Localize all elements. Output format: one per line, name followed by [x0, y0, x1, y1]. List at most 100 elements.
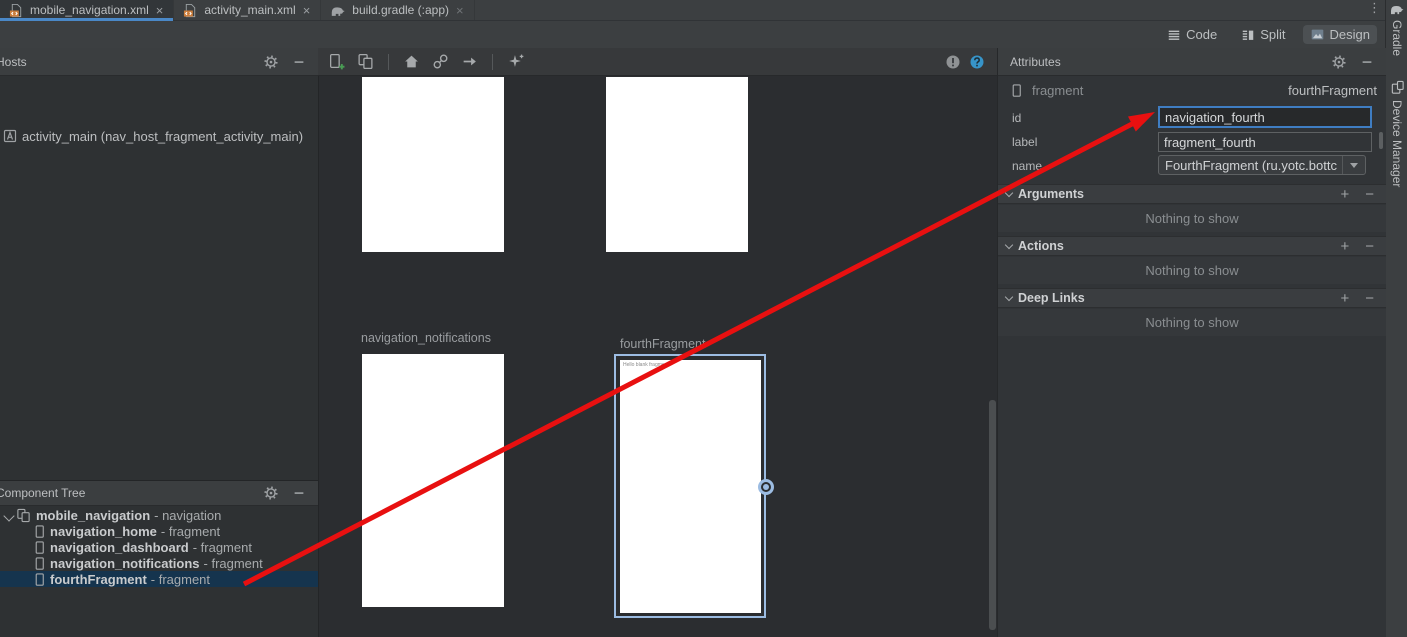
fragment-icon: [32, 572, 47, 587]
gear-icon[interactable]: [264, 55, 278, 69]
tab-build-gradle[interactable]: build.gradle (:app) ×: [321, 0, 474, 20]
label-field-label: label: [1012, 135, 1037, 149]
actions-section-header[interactable]: Actions + −: [998, 236, 1386, 256]
tree-item-name: mobile_navigation: [36, 508, 150, 523]
fragment-icon: [32, 540, 47, 555]
remove-deep-link-button[interactable]: −: [1365, 291, 1374, 306]
minimize-icon[interactable]: [292, 486, 306, 500]
host-item-label: activity_main (nav_host_fragment_activit…: [22, 129, 303, 144]
xml-file-icon: [9, 3, 24, 18]
fragment-preview-text: Hello blank fragment: [623, 362, 669, 368]
minimize-icon[interactable]: [1360, 55, 1374, 69]
id-field-label: id: [1012, 111, 1021, 125]
empty-state-text: Nothing to show: [1145, 263, 1238, 278]
gradle-tool-button[interactable]: Gradle: [1386, 3, 1407, 56]
help-icon[interactable]: [969, 54, 985, 70]
tab-mobile-navigation-xml[interactable]: mobile_navigation.xml ×: [0, 0, 174, 20]
deep-links-section-header[interactable]: Deep Links + −: [998, 288, 1386, 308]
tree-item-type: - fragment: [151, 572, 210, 587]
arguments-section-header[interactable]: Arguments + −: [998, 184, 1386, 204]
name-field-label: name: [1012, 159, 1042, 173]
gear-icon[interactable]: [1332, 55, 1346, 69]
tab-activity-main-xml[interactable]: activity_main.xml ×: [174, 0, 321, 20]
left-panel: Hosts activity_main (nav_host_fragment_a…: [0, 48, 319, 637]
actions-empty-row: Nothing to show: [998, 257, 1386, 284]
split-view-button[interactable]: Split: [1234, 25, 1292, 44]
hosts-title: Hosts: [0, 55, 27, 69]
add-action-button[interactable]: +: [1340, 239, 1349, 254]
section-title: Deep Links: [1018, 291, 1085, 305]
gear-icon[interactable]: [264, 486, 278, 500]
close-icon[interactable]: ×: [455, 4, 465, 17]
component-type-label: fragment: [1032, 83, 1083, 98]
add-argument-button[interactable]: +: [1340, 187, 1349, 202]
component-name-label: fourthFragment: [1288, 83, 1377, 98]
section-title: Arguments: [1018, 187, 1084, 201]
minimize-icon[interactable]: [292, 55, 306, 69]
fragment-icon: [1009, 83, 1024, 98]
destination-preview-notifications[interactable]: [362, 354, 504, 607]
remove-argument-button[interactable]: −: [1365, 187, 1374, 202]
toolbar-separator: [388, 54, 389, 70]
device-manager-tool-button[interactable]: Device Manager: [1386, 80, 1407, 187]
fragment-icon: [32, 556, 47, 571]
host-item-activity-main[interactable]: activity_main (nav_host_fragment_activit…: [2, 128, 303, 144]
more-options-icon[interactable]: ⋮: [1368, 1, 1380, 15]
id-input[interactable]: [1158, 106, 1372, 128]
close-icon[interactable]: ×: [155, 4, 165, 17]
tree-item-navigation-dashboard[interactable]: navigation_dashboard - fragment: [0, 539, 318, 555]
destination-preview-home[interactable]: [362, 77, 504, 252]
tree-item-type: - fragment: [161, 524, 220, 539]
destination-preview-fourth-fragment[interactable]: [620, 360, 761, 613]
component-tree-header: Component Tree: [0, 480, 318, 506]
name-dropdown[interactable]: FourthFragment (ru.yotc.bottc: [1158, 155, 1366, 175]
tree-item-name: navigation_dashboard: [50, 540, 189, 555]
tree-item-mobile-navigation[interactable]: mobile_navigation - navigation: [0, 507, 318, 523]
empty-state-text: Nothing to show: [1145, 211, 1238, 226]
home-icon[interactable]: [403, 53, 420, 70]
attributes-panel-header: Attributes: [998, 48, 1386, 76]
new-destination-icon[interactable]: [328, 53, 345, 70]
auto-arrange-icon[interactable]: [507, 53, 524, 70]
chevron-down-icon: [1005, 241, 1013, 249]
tree-item-navigation-notifications[interactable]: navigation_notifications - fragment: [0, 555, 318, 571]
device-manager-label: Device Manager: [1390, 100, 1404, 187]
code-view-button[interactable]: Code: [1160, 25, 1224, 44]
selected-component-row: fragment fourthFragment: [998, 82, 1386, 98]
close-icon[interactable]: ×: [302, 4, 312, 17]
attributes-scrollbar[interactable]: [1379, 132, 1383, 149]
label-input[interactable]: [1158, 132, 1372, 152]
warnings-icon[interactable]: [945, 54, 961, 70]
add-deep-link-button[interactable]: +: [1340, 291, 1349, 306]
chevron-down-icon[interactable]: [2, 508, 16, 523]
design-view-button[interactable]: Design: [1303, 25, 1377, 44]
nested-graph-icon[interactable]: [357, 53, 374, 70]
remove-action-button[interactable]: −: [1365, 239, 1374, 254]
tab-label: build.gradle (:app): [352, 3, 449, 17]
empty-state-text: Nothing to show: [1145, 315, 1238, 330]
hosts-panel-header: Hosts: [0, 48, 318, 76]
android-studio-navigation-editor: mobile_navigation.xml × activity_main.xm…: [0, 0, 1407, 637]
action-arrow-icon[interactable]: [461, 53, 478, 70]
tree-item-name: navigation_notifications: [50, 556, 200, 571]
attributes-title: Attributes: [998, 55, 1061, 69]
component-tree-title: Component Tree: [0, 486, 85, 500]
tab-label: activity_main.xml: [204, 3, 295, 17]
name-dropdown-value: FourthFragment (ru.yotc.bottc: [1165, 158, 1342, 173]
tree-item-navigation-home[interactable]: navigation_home - fragment: [0, 523, 318, 539]
fragment-icon: [32, 524, 47, 539]
tree-item-type: - fragment: [193, 540, 252, 555]
chevron-down-icon: [1342, 156, 1365, 174]
link-icon[interactable]: [432, 53, 449, 70]
tree-item-type: - fragment: [204, 556, 263, 571]
tree-item-type: - navigation: [154, 508, 221, 523]
editor-mode-toolbar: Code Split Design: [0, 21, 1385, 49]
tree-item-fourth-fragment[interactable]: fourthFragment - fragment: [0, 571, 318, 587]
destination-preview-dashboard[interactable]: [606, 77, 748, 252]
editor-tab-bar: mobile_navigation.xml × activity_main.xm…: [0, 0, 1385, 21]
action-connection-handle[interactable]: [758, 479, 774, 495]
nav-graph-icon: [16, 508, 31, 523]
canvas-vertical-scrollbar[interactable]: [989, 400, 996, 630]
xml-file-icon: [183, 3, 198, 18]
tree-item-name: navigation_home: [50, 524, 157, 539]
